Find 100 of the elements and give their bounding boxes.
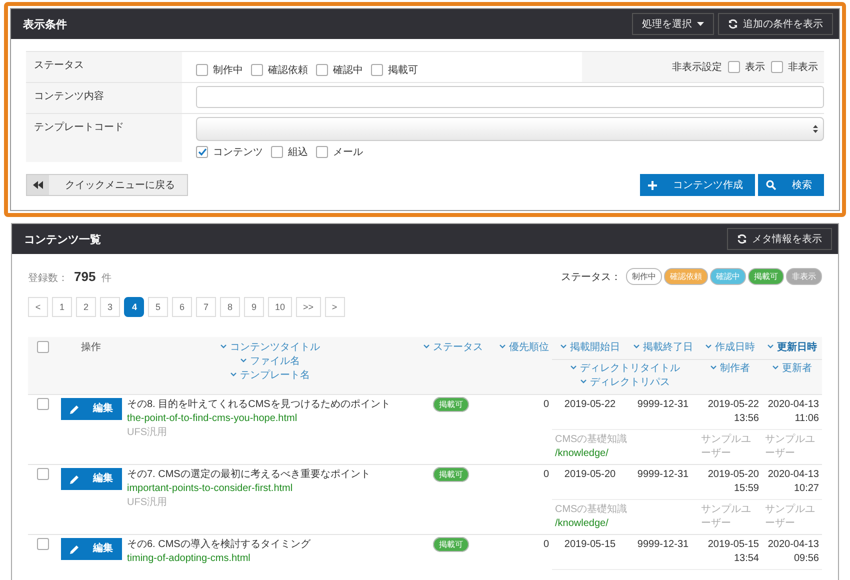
updater-name: サンプルユーザー [765, 503, 816, 531]
page-button[interactable]: 9 [244, 297, 264, 317]
chevron-icon [705, 344, 712, 349]
created-datetime: 2019-05-15 13:54 [706, 538, 759, 566]
status-badge: 掲載可 [748, 268, 784, 285]
status-badge: 掲載可 [433, 467, 469, 482]
page-button[interactable]: 2 [76, 297, 96, 317]
count-label: 登録数： [28, 272, 68, 284]
count-unit: 件 [102, 272, 112, 284]
start-date: 2019-05-22 [564, 399, 616, 410]
file-name[interactable]: timing-of-adopting-cms.html [127, 552, 413, 566]
content-title[interactable]: その6. CMSの導入を検討するタイミング [127, 538, 413, 552]
status-checkbox[interactable]: 確認中 [316, 62, 363, 76]
creator-name: サンプルユーザー [701, 433, 752, 461]
edit-button[interactable]: 編集 [61, 538, 122, 560]
rewind-icon [33, 181, 43, 189]
chevron-icon [560, 344, 567, 349]
creator-name: サンプルユーザー [701, 503, 752, 531]
updated-datetime: 2020-04-13 11:06 [766, 398, 819, 426]
priority-value: 0 [543, 469, 549, 480]
sort-header[interactable]: 制作者 [710, 363, 750, 374]
edit-button[interactable]: 編集 [61, 468, 122, 490]
status-badge: 非表示 [786, 268, 822, 285]
pencil-icon [70, 544, 79, 554]
status-checkbox[interactable]: 掲載可 [371, 62, 418, 76]
updated-datetime: 2020-04-13 10:27 [766, 468, 819, 496]
pencil-icon [70, 474, 79, 484]
directory-path[interactable]: /knowledge/ [555, 517, 695, 531]
priority-value: 0 [543, 399, 549, 410]
status-checkbox[interactable]: 確認依頼 [251, 62, 308, 76]
panel-title: 表示条件 [23, 18, 67, 32]
page-button[interactable]: 6 [172, 297, 192, 317]
meta-button[interactable]: メタ情報を表示 [727, 228, 832, 250]
back-button[interactable]: クイックメニューに戻る [26, 174, 188, 196]
caret-icon [697, 22, 704, 26]
page-button[interactable]: 10 [268, 297, 292, 317]
directory-title: CMSの基礎知識 [555, 433, 628, 447]
search-icon [766, 180, 776, 190]
visibility-checkbox[interactable]: 表示 [728, 60, 765, 74]
page-button[interactable]: 1 [52, 297, 72, 317]
field-label: コンテンツ内容 [26, 83, 182, 113]
field-label: 非表示設定 [672, 60, 722, 74]
directory-title: CMSの基礎知識 [555, 503, 628, 517]
refresh-icon [728, 19, 738, 29]
page-button[interactable]: > [324, 297, 345, 317]
status-checkbox[interactable]: 制作中 [196, 62, 243, 76]
end-date: 9999-12-31 [637, 539, 689, 550]
type-checkbox[interactable]: 組込 [271, 145, 308, 159]
page-button[interactable]: 5 [148, 297, 168, 317]
page-button[interactable]: 7 [196, 297, 216, 317]
page-button[interactable]: < [28, 297, 48, 317]
visibility-checkbox[interactable]: 非表示 [771, 60, 818, 74]
header-button[interactable]: 処理を選択 [632, 13, 714, 35]
updated-datetime: 2020-04-13 09:56 [766, 538, 819, 566]
chevron-icon [767, 344, 774, 349]
sort-header[interactable]: コンテンツタイトル [220, 342, 320, 353]
sort-header[interactable]: ディレクトリパス [580, 377, 670, 388]
sort-header[interactable]: テンプレート名 [230, 370, 310, 381]
checkmark-icon [198, 148, 206, 156]
template-name: UFS汎用 [127, 496, 168, 510]
field-label: テンプレートコード [26, 114, 182, 162]
header-button[interactable]: 追加の条件を表示 [718, 13, 833, 35]
chevron-icon [499, 344, 506, 349]
select-arrows-icon [813, 125, 818, 133]
status-badge: 掲載可 [433, 537, 469, 552]
select-all-checkbox[interactable] [37, 341, 49, 353]
status-badge: 掲載可 [433, 397, 469, 412]
chevron-icon [230, 372, 237, 377]
type-checkbox[interactable]: メール [316, 145, 363, 159]
create-button[interactable]: コンテンツ作成 [640, 174, 755, 196]
page-button[interactable]: 8 [220, 297, 240, 317]
created-datetime: 2019-05-20 15:59 [706, 468, 759, 496]
content-title[interactable]: その7. CMSの選定の最初に考えるべき重要なポイント [127, 468, 413, 482]
page-button[interactable]: 4 [124, 297, 144, 317]
search-button[interactable]: 検索 [758, 174, 824, 196]
plus-icon [648, 180, 657, 190]
template-select[interactable] [196, 117, 824, 141]
chevron-icon [570, 365, 577, 370]
row-checkbox[interactable] [37, 538, 49, 550]
content-input[interactable] [196, 86, 824, 108]
chevron-icon [633, 344, 640, 349]
file-name[interactable]: important-points-to-consider-first.html [127, 482, 413, 496]
file-name[interactable]: the-point-of-to-find-cms-you-hope.html [127, 412, 413, 426]
directory-path[interactable]: /knowledge/ [555, 447, 695, 461]
page-button[interactable]: >> [296, 297, 321, 317]
panel-title: コンテンツ一覧 [24, 232, 101, 246]
type-checkbox[interactable]: コンテンツ [196, 145, 263, 159]
row-checkbox[interactable] [37, 398, 49, 410]
start-date: 2019-05-15 [564, 539, 616, 550]
template-name: UFS汎用 [127, 426, 168, 440]
edit-button[interactable]: 編集 [61, 398, 122, 420]
sort-header[interactable]: ファイル名 [240, 356, 300, 367]
end-date: 9999-12-31 [637, 399, 689, 410]
row-checkbox[interactable] [37, 468, 49, 480]
end-date: 9999-12-31 [637, 469, 689, 480]
page-button[interactable]: 3 [100, 297, 120, 317]
start-date: 2019-05-20 [564, 469, 616, 480]
sort-header[interactable]: ディレクトリタイトル [570, 363, 680, 374]
content-title[interactable]: その8. 目的を叶えてくれるCMSを見つけるためのポイント [127, 398, 413, 412]
chevron-icon [240, 358, 247, 363]
